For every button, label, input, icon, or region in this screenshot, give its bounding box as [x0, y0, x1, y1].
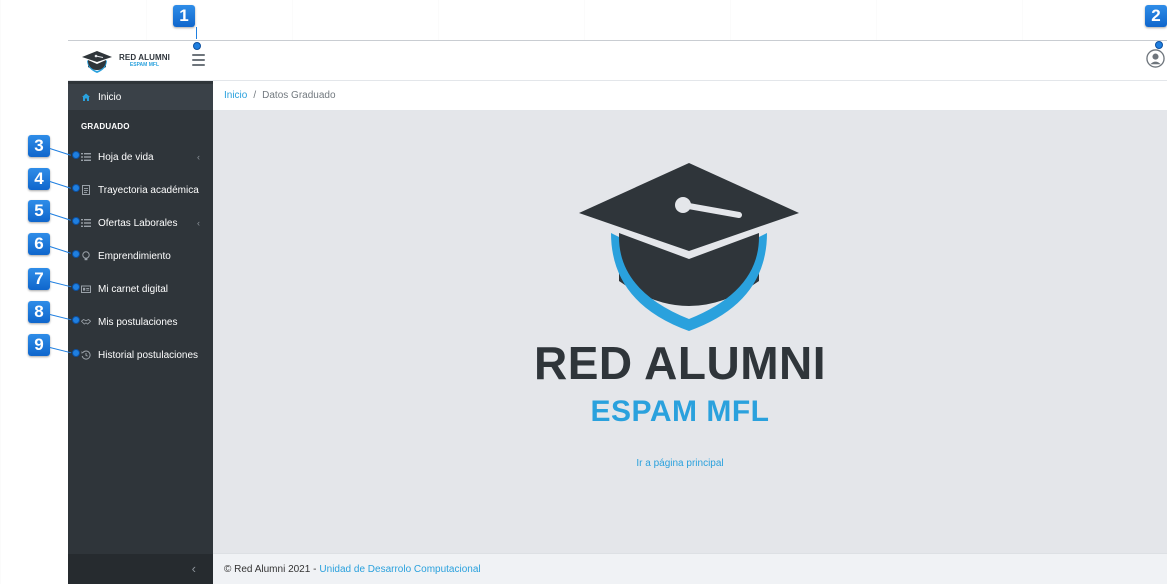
sidebar-item-label: Mis postulaciones	[98, 316, 178, 328]
brand-name: RED ALUMNI	[119, 53, 170, 62]
sidebar: Inicio GRADUADO Hoja de vida ‹ Trayector…	[68, 81, 213, 584]
document-icon	[81, 185, 91, 195]
footer-copyright: © Red Alumni 2021 -	[224, 563, 317, 575]
callout-dot-7	[72, 283, 80, 291]
sidebar-item-mis-postulaciones[interactable]: Mis postulaciones	[68, 309, 213, 335]
sidebar-item-label: Trayectoria académica	[98, 184, 199, 196]
chevron-left-icon: ‹	[197, 152, 200, 162]
sidebar-item-hoja-de-vida[interactable]: Hoja de vida ‹	[68, 144, 213, 170]
handshake-icon	[81, 317, 91, 327]
sidebar-item-inicio[interactable]: Inicio	[68, 84, 213, 110]
lightbulb-icon	[81, 251, 91, 261]
callout-marker-1: 1	[173, 5, 195, 27]
user-avatar-icon[interactable]	[1146, 49, 1165, 68]
graduation-cap-logo-icon	[579, 163, 799, 331]
list-icon	[81, 218, 91, 228]
sidebar-item-emprendimiento[interactable]: Emprendimiento	[68, 243, 213, 269]
callout-marker-5: 5	[28, 200, 50, 222]
list-icon	[81, 152, 91, 162]
sidebar-footer: ‹	[68, 554, 213, 584]
callout-marker-8: 8	[28, 301, 50, 323]
sidebar-item-historial-postulaciones[interactable]: Historial postulaciones	[68, 342, 213, 368]
sidebar-collapse-icon[interactable]: ‹	[192, 561, 196, 576]
graduation-cap-icon	[82, 51, 112, 73]
home-icon	[81, 92, 91, 102]
brand-text: RED ALUMNI ESPAM MFL	[119, 54, 170, 68]
home-page-link[interactable]: Ir a página principal	[213, 458, 1147, 469]
breadcrumb: Inicio / Datos Graduado	[213, 81, 1167, 111]
callout-marker-3: 3	[28, 135, 50, 157]
callout-marker-6: 6	[28, 233, 50, 255]
sidebar-item-label: Inicio	[98, 91, 122, 103]
sidebar-item-label: Emprendimiento	[98, 250, 171, 262]
callout-dot-5	[72, 217, 80, 225]
sidebar-item-mi-carnet-digital[interactable]: Mi carnet digital	[68, 276, 213, 302]
sidebar-item-label: Historial postulaciones	[98, 349, 199, 361]
page-footer: © Red Alumni 2021 - Unidad de Desarrolo …	[213, 553, 1167, 584]
id-card-icon	[81, 284, 91, 294]
breadcrumb-separator: /	[253, 90, 257, 101]
breadcrumb-current: Datos Graduado	[262, 90, 336, 101]
callout-dot-9	[72, 349, 80, 357]
callout-dot-4	[72, 184, 80, 192]
sidebar-item-label: Ofertas Laborales	[98, 217, 178, 229]
callout-marker-7: 7	[28, 268, 50, 290]
footer-link[interactable]: Unidad de Desarrolo Computacional	[319, 564, 480, 575]
main-content: RED ALUMNI ESPAM MFL Ir a página princip…	[213, 111, 1167, 553]
sidebar-item-label: Hoja de vida	[98, 151, 154, 163]
main-title: RED ALUMNI	[533, 337, 827, 389]
callout-leader-1	[196, 27, 197, 39]
breadcrumb-home-link[interactable]: Inicio	[224, 90, 247, 101]
top-navbar: RED ALUMNI ESPAM MFL	[68, 40, 1167, 81]
callout-marker-9: 9	[28, 334, 50, 356]
callout-marker-2: 2	[1145, 5, 1167, 27]
sidebar-item-label: Mi carnet digital	[98, 283, 169, 295]
chevron-left-icon: ‹	[197, 218, 200, 228]
callout-dot-8	[72, 316, 80, 324]
callout-dot-2	[1155, 41, 1163, 49]
menu-toggle-icon[interactable]	[192, 54, 205, 66]
main-subtitle: ESPAM MFL	[590, 395, 770, 428]
callout-dot-3	[72, 151, 80, 159]
sidebar-section-title: GRADUADO	[81, 122, 130, 131]
sidebar-item-ofertas-laborales[interactable]: Ofertas Laborales ‹	[68, 210, 213, 236]
callout-dot-1	[193, 42, 201, 50]
history-icon	[81, 350, 91, 360]
sidebar-item-trayectoria-academica[interactable]: Trayectoria académica	[68, 177, 213, 203]
brand-subname: ESPAM MFL	[129, 62, 159, 68]
callout-dot-6	[72, 250, 80, 258]
callout-marker-4: 4	[28, 168, 50, 190]
